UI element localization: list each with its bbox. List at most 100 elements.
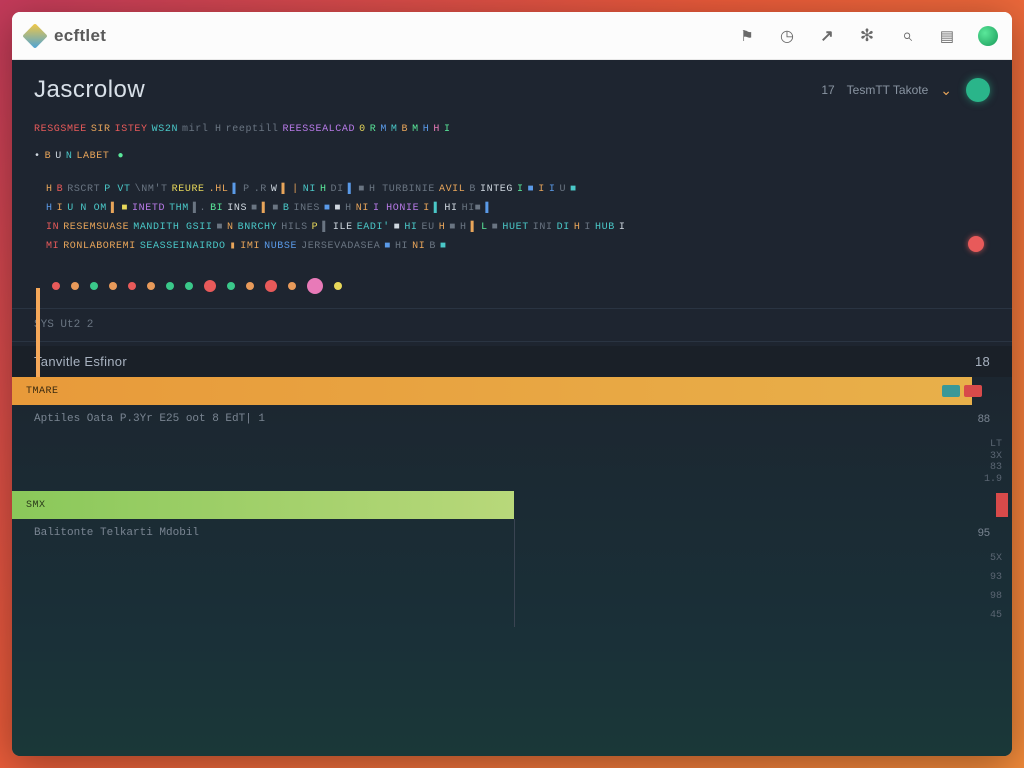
ruler-marks: LT3X831.9 bbox=[976, 433, 1002, 491]
profiler-spacer: LT3X831.9 bbox=[12, 433, 1012, 491]
code-token: RONLABOREMI bbox=[63, 237, 136, 256]
profiler-spacer: 5X939845 bbox=[12, 547, 1012, 627]
code-token: U bbox=[559, 180, 566, 199]
code-token: I bbox=[423, 199, 430, 218]
timeline-dot[interactable] bbox=[204, 280, 216, 292]
code-token: I HONIE bbox=[373, 199, 419, 218]
code-token: SIR bbox=[91, 120, 111, 139]
code-token: B bbox=[283, 199, 290, 218]
profiler-bar-row[interactable]: SMX bbox=[12, 491, 1012, 519]
code-token: B bbox=[469, 180, 476, 199]
history-icon[interactable] bbox=[778, 27, 796, 45]
timeline-dot[interactable] bbox=[52, 282, 60, 290]
code-line: INRESEMSUASEMANDITH GSII■NBNRCHYHILSP▌IL… bbox=[46, 218, 990, 237]
flag-icon[interactable] bbox=[738, 27, 756, 45]
timeline-dot[interactable] bbox=[265, 280, 277, 292]
code-editor[interactable]: RESGSMEESIRISTEYWS2Nmirl HreeptillREESSE… bbox=[12, 118, 1012, 264]
code-token: U bbox=[55, 147, 62, 166]
row-controls[interactable] bbox=[942, 385, 982, 397]
code-token: ▌ bbox=[434, 199, 441, 218]
timeline-dot[interactable] bbox=[90, 282, 98, 290]
code-token: HI bbox=[444, 199, 457, 218]
profiler-detail-row: Balitonte Telkarti Mdobil 95 bbox=[12, 519, 1012, 547]
code-line: •BUNLABET● bbox=[34, 147, 990, 166]
divider bbox=[12, 308, 1012, 309]
code-line: RESGSMEESIRISTEYWS2Nmirl HreeptillREESSE… bbox=[34, 120, 990, 139]
code-token: WS2N bbox=[152, 120, 178, 139]
code-token: SEASSEINAIRDO bbox=[140, 237, 226, 256]
code-token: I bbox=[584, 218, 591, 237]
code-token: • bbox=[34, 147, 41, 166]
chip-icon[interactable] bbox=[942, 385, 960, 397]
user-avatar[interactable] bbox=[978, 26, 998, 46]
code-token: H bbox=[574, 218, 581, 237]
timeline-dot[interactable] bbox=[166, 282, 174, 290]
gutter-highlight bbox=[36, 288, 40, 380]
search-icon[interactable] bbox=[898, 27, 916, 45]
code-line: HIU N OM▌■INETDTHM▌.BIINS■▌■BINES■■HNII … bbox=[46, 199, 990, 218]
mode-prefix: 17 bbox=[821, 83, 834, 97]
ruler-mark: 3X bbox=[976, 451, 1002, 462]
profiler-bar-label: TMARE bbox=[12, 377, 972, 405]
code-token: H bbox=[46, 199, 53, 218]
detail-value: 95 bbox=[978, 527, 990, 539]
timeline-dot[interactable] bbox=[227, 282, 235, 290]
profiler-bar-row[interactable]: TMARE bbox=[12, 377, 1012, 405]
app-window: ecftlet Jascrolow 17 TesmTT Takote ⌄ RES bbox=[12, 12, 1012, 756]
code-token: ■ bbox=[121, 199, 128, 218]
settings-icon[interactable] bbox=[858, 27, 876, 45]
code-token: THM bbox=[169, 199, 189, 218]
error-notch-icon bbox=[996, 493, 1008, 517]
code-token: INTEG bbox=[480, 180, 513, 199]
code-token: B bbox=[57, 180, 64, 199]
code-token: ▌. bbox=[193, 199, 206, 218]
mode-label: TesmTT Takote bbox=[847, 83, 929, 97]
code-token: ▌ bbox=[471, 218, 478, 237]
code-token: HUET bbox=[502, 218, 528, 237]
code-token: ■ bbox=[449, 218, 456, 237]
timeline-dot[interactable] bbox=[246, 282, 254, 290]
timeline-dot[interactable] bbox=[307, 278, 323, 294]
code-token: ▌ bbox=[262, 199, 269, 218]
profiler-detail-row: Aptiles Oata P.3Yr E25 oot 8 EdT| 1 88 bbox=[12, 405, 1012, 433]
chevron-down-icon: ⌄ bbox=[940, 82, 952, 99]
code-token: reeptill bbox=[226, 120, 279, 139]
code-token: ■ bbox=[251, 199, 258, 218]
code-token: I bbox=[538, 180, 545, 199]
titlebar: ecftlet bbox=[12, 12, 1012, 60]
timeline-dots[interactable] bbox=[12, 264, 1012, 304]
run-button[interactable] bbox=[966, 78, 990, 102]
timeline-dot[interactable] bbox=[128, 282, 136, 290]
code-token: ▌ bbox=[322, 218, 329, 237]
code-token: B bbox=[402, 120, 409, 139]
error-marker-icon[interactable] bbox=[968, 236, 984, 252]
profiler-count: 18 bbox=[975, 354, 990, 369]
code-token: IMI bbox=[240, 237, 260, 256]
panel-icon[interactable] bbox=[938, 27, 956, 45]
code-token: MI bbox=[46, 237, 59, 256]
detail-text: Balitonte Telkarti Mdobil bbox=[34, 527, 199, 539]
timeline-dot[interactable] bbox=[334, 282, 342, 290]
code-token: RSCRT bbox=[67, 180, 100, 199]
code-token: M bbox=[412, 120, 419, 139]
code-token: ILE bbox=[333, 218, 353, 237]
timeline-dot[interactable] bbox=[147, 282, 155, 290]
profiler-header: Tanvitle Esfinor 18 bbox=[12, 346, 1012, 377]
ruler-mark: LT bbox=[976, 439, 1002, 450]
code-token: B bbox=[45, 147, 52, 166]
code-token: BI bbox=[210, 199, 223, 218]
timeline-dot[interactable] bbox=[109, 282, 117, 290]
code-token: ■ bbox=[440, 237, 447, 256]
code-token: NUBSE bbox=[264, 237, 297, 256]
mode-selector[interactable]: 17 TesmTT Takote ⌄ bbox=[821, 82, 952, 99]
timeline-dot[interactable] bbox=[71, 282, 79, 290]
timeline-dot[interactable] bbox=[288, 282, 296, 290]
timeline-dot[interactable] bbox=[185, 282, 193, 290]
ruler-mark: 83 bbox=[976, 462, 1002, 473]
code-token: | bbox=[292, 180, 299, 199]
close-chip-icon[interactable] bbox=[964, 385, 982, 397]
code-token: H bbox=[320, 180, 327, 199]
share-icon[interactable] bbox=[818, 27, 836, 45]
code-token: ▌ bbox=[232, 180, 239, 199]
code-token: MANDITH GSII bbox=[133, 218, 212, 237]
